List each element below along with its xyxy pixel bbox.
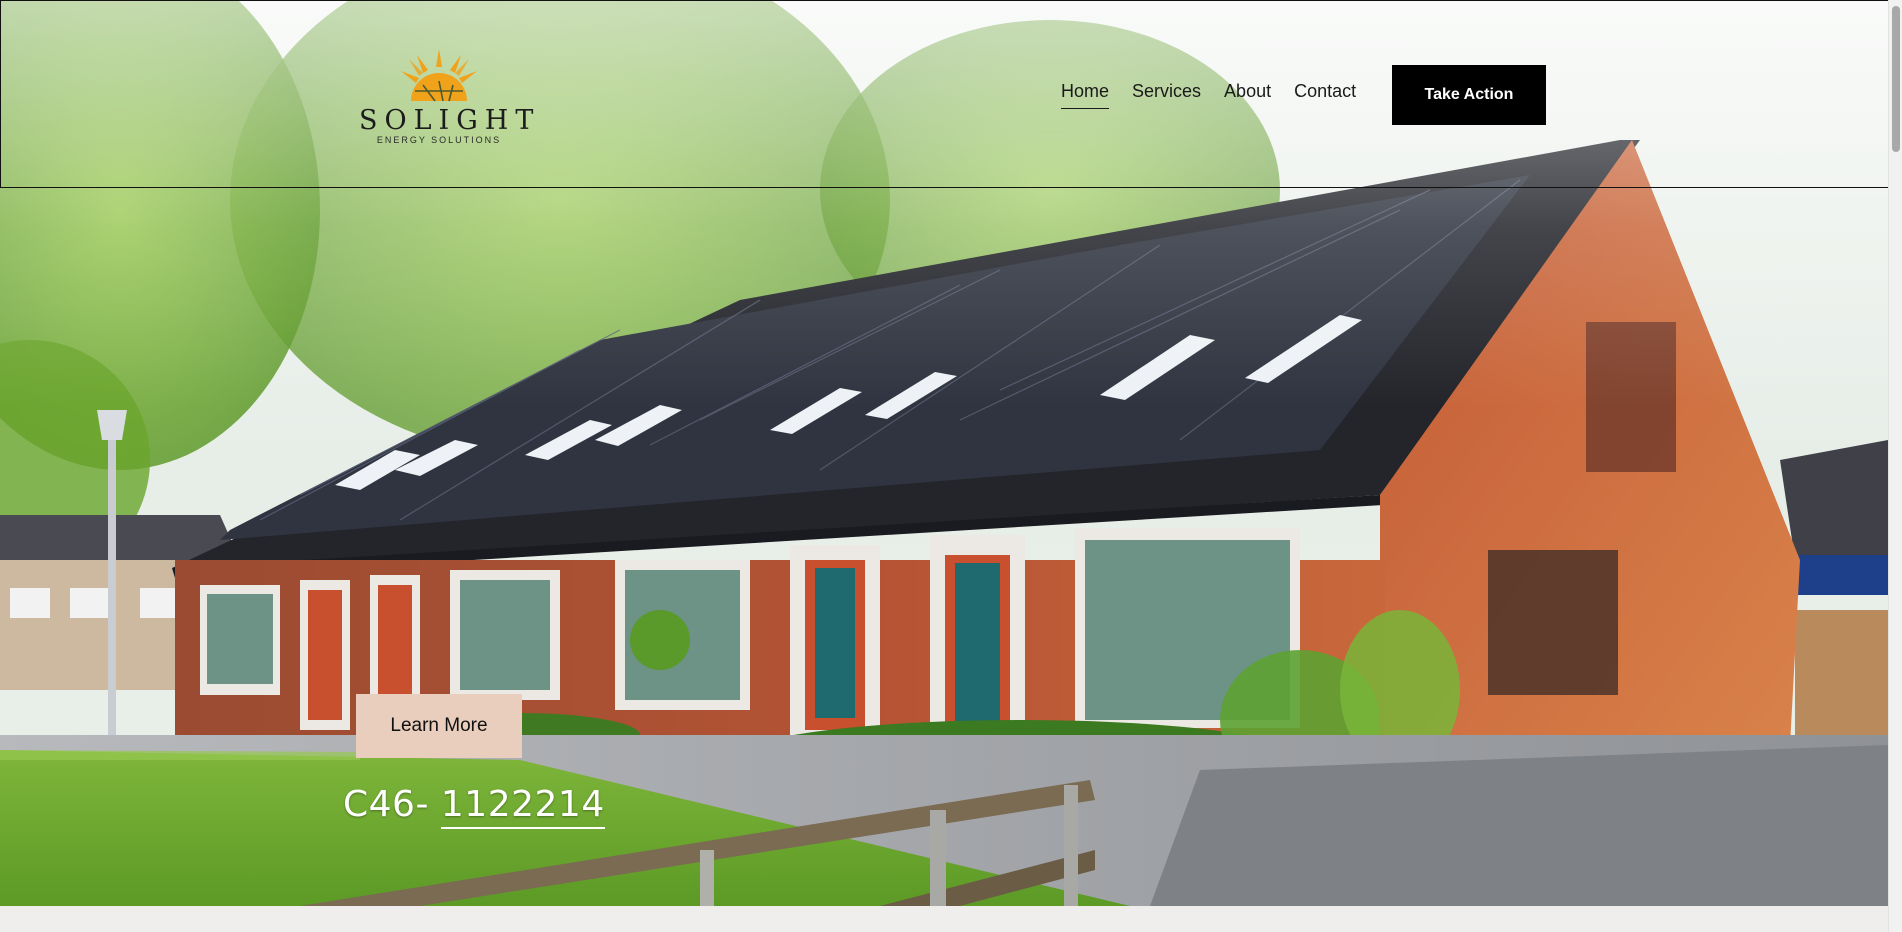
scrollbar-thumb[interactable] [1892,6,1900,152]
nav-services[interactable]: Services [1132,81,1201,109]
learn-more-button[interactable]: Learn More [356,694,522,758]
nav-contact[interactable]: Contact [1294,81,1356,109]
license-code: C46- 1122214 [343,784,605,829]
page-viewport: Learn More C46- 1122214 SOLIGHT ENERGY S… [0,0,1888,932]
page-scrollbar[interactable] [1888,0,1902,932]
sun-logo-icon [401,49,477,102]
take-action-button[interactable]: Take Action [1392,65,1546,125]
brand-name: SOLIGHT [359,105,541,136]
license-number: 1122214 [440,784,605,829]
main-nav: Home Services About Contact [1061,81,1356,109]
nav-about[interactable]: About [1224,81,1271,109]
license-prefix: C46- [343,784,429,825]
brand-tagline: ENERGY SOLUTIONS [376,135,502,145]
site-header: SOLIGHT ENERGY SOLUTIONS Home Services A… [0,0,1888,188]
brand-logo[interactable]: SOLIGHT ENERGY SOLUTIONS [359,45,541,145]
nav-home[interactable]: Home [1061,81,1110,109]
